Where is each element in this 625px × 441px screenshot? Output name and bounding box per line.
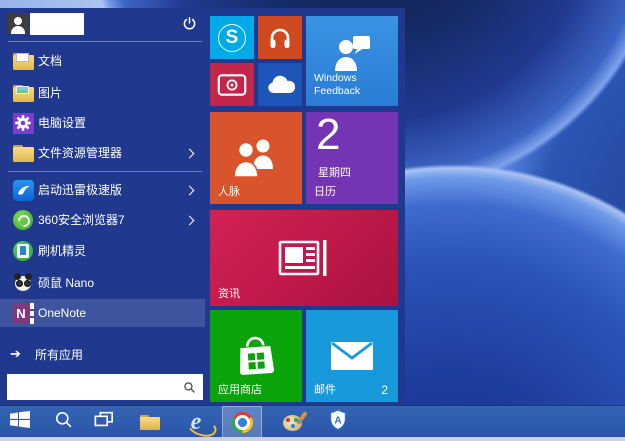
tile-label: 应用商店 xyxy=(218,381,262,397)
folder-icon xyxy=(140,415,160,430)
calendar-day: 2 xyxy=(316,112,340,160)
tile-label: 资讯 xyxy=(218,285,240,301)
security-shield-icon: A xyxy=(328,409,348,436)
skype-icon: S xyxy=(218,24,246,52)
sidebar-item-label: 文档 xyxy=(38,47,62,75)
taskbar: e A xyxy=(0,405,625,437)
sidebar-item-file-explorer[interactable]: 文件资源管理器 xyxy=(0,139,205,167)
tile-calendar[interactable]: 2 星期四 日历 xyxy=(306,112,398,204)
start-button[interactable] xyxy=(0,406,40,438)
taskbar-search-button[interactable] xyxy=(43,406,83,438)
chevron-right-icon xyxy=(185,186,195,196)
sidebar-item-shuoshu-nano[interactable]: 硕鼠 Nano xyxy=(0,269,205,297)
sidebar-item-label: 启动迅雷极速版 xyxy=(38,176,122,204)
cloud-icon xyxy=(258,63,302,106)
tile-label: 日历 xyxy=(314,183,336,199)
task-view-button[interactable] xyxy=(84,406,124,438)
flash-genie-icon xyxy=(12,240,34,262)
tile-windows-feedback[interactable]: Windows Feedback xyxy=(306,16,398,106)
xunlei-bird-icon xyxy=(12,179,34,201)
sidebar-item-label: 硕鼠 Nano xyxy=(38,269,94,297)
internet-explorer-icon: e xyxy=(191,411,202,433)
search-icon xyxy=(54,410,73,434)
search-icon xyxy=(183,381,196,394)
tile-skype[interactable]: S xyxy=(210,16,254,59)
documents-folder-icon xyxy=(12,50,34,72)
tile-music[interactable] xyxy=(258,16,302,59)
taskbar-paint-button[interactable] xyxy=(273,406,313,438)
sidebar-item-label: 电脑设置 xyxy=(38,109,86,137)
sidebar-item-label: 360安全浏览器7 xyxy=(38,206,125,234)
sidebar-item-onenote[interactable]: N OneNote xyxy=(0,299,205,327)
sidebar-item-pc-settings[interactable]: 电脑设置 xyxy=(0,109,205,137)
divider xyxy=(8,41,202,42)
sidebar-item-360-browser[interactable]: 360安全浏览器7 xyxy=(0,206,205,234)
windows-logo-icon xyxy=(10,411,30,433)
tile-mail[interactable]: 邮件 2 xyxy=(306,310,398,402)
mail-unread-badge: 2 xyxy=(381,383,388,397)
screen-bottom-strip xyxy=(0,437,625,441)
taskbar-file-explorer-button[interactable] xyxy=(130,406,170,438)
taskbar-chrome-button[interactable] xyxy=(222,406,262,438)
chrome-icon xyxy=(232,412,253,433)
sidebar-item-xunlei[interactable]: 启动迅雷极速版 xyxy=(0,176,205,204)
tile-people[interactable]: 人脉 xyxy=(210,112,302,204)
power-icon xyxy=(182,16,197,36)
settings-gear-icon xyxy=(12,112,34,134)
tile-news[interactable]: 资讯 xyxy=(210,210,398,306)
task-view-icon xyxy=(94,411,114,433)
360-browser-icon xyxy=(12,209,34,231)
calendar-weekday: 星期四 xyxy=(318,164,351,180)
screen-record-icon xyxy=(210,63,254,106)
pictures-folder-icon xyxy=(12,82,34,104)
headphones-icon xyxy=(258,16,302,59)
chevron-right-icon xyxy=(185,149,195,159)
start-menu: 文档 图片 xyxy=(0,8,405,405)
search-box[interactable] xyxy=(7,374,203,400)
taskbar-security-button[interactable]: A xyxy=(318,406,358,438)
onenote-icon: N xyxy=(12,302,34,324)
paint-palette-icon xyxy=(283,412,304,433)
user-name-redacted xyxy=(30,13,84,35)
tile-video[interactable] xyxy=(210,63,254,106)
sidebar-item-label: 文件资源管理器 xyxy=(38,139,122,167)
tile-store[interactable]: 应用商店 xyxy=(210,310,302,402)
all-apps-button[interactable]: ➔ 所有应用 xyxy=(0,343,205,365)
sidebar-item-label: 刷机精灵 xyxy=(38,237,86,265)
taskbar-ie-button[interactable]: e xyxy=(176,406,216,438)
user-avatar[interactable] xyxy=(7,13,28,34)
file-explorer-icon xyxy=(12,142,34,164)
sidebar-item-label: 图片 xyxy=(38,79,62,107)
search-input[interactable] xyxy=(7,380,183,394)
tile-label: Windows Feedback xyxy=(314,72,376,99)
sidebar-item-documents[interactable]: 文档 xyxy=(0,47,205,75)
tile-label: 邮件 xyxy=(314,381,336,397)
desktop: 文档 图片 xyxy=(0,0,625,441)
power-button[interactable] xyxy=(181,17,198,34)
tile-onedrive[interactable] xyxy=(258,63,302,106)
all-apps-label: 所有应用 xyxy=(35,346,83,363)
divider xyxy=(8,171,202,172)
svg-text:A: A xyxy=(334,415,341,426)
sidebar-item-shuaji-genie[interactable]: 刷机精灵 xyxy=(0,237,205,265)
sidebar-item-pictures[interactable]: 图片 xyxy=(0,79,205,107)
sidebar-item-label: OneNote xyxy=(38,299,86,327)
shuoshu-mouse-icon xyxy=(12,272,34,294)
chevron-right-icon xyxy=(185,216,195,226)
arrow-right-icon: ➔ xyxy=(10,346,21,362)
tile-label: 人脉 xyxy=(218,183,240,199)
